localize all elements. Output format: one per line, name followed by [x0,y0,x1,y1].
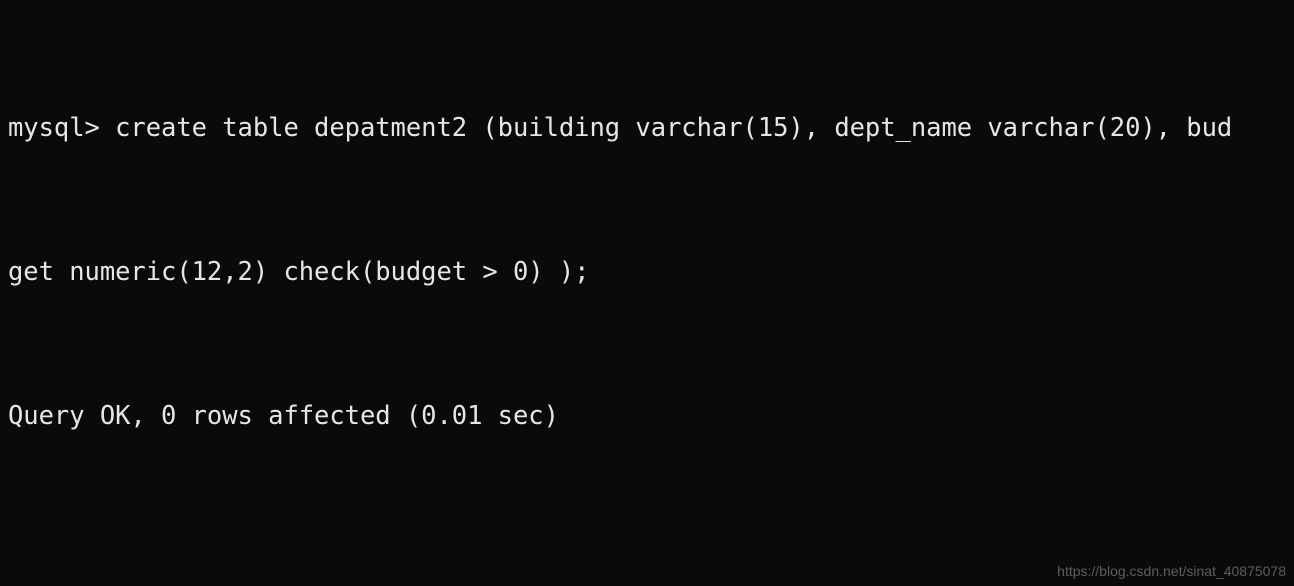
terminal-line: mysql> create table depatment2 (building… [8,113,1233,143]
terminal-output[interactable]: mysql> create table depatment2 (building… [8,2,1232,586]
terminal-line: get numeric(12,2) check(budget > 0) ); [8,257,590,287]
terminal-window[interactable]: mysql> create table depatment2 (building… [0,0,1294,586]
watermark-url: https://blog.csdn.net/sinat_40875078 [1057,563,1286,579]
terminal-line: Query OK, 0 rows affected (0.01 sec) [8,401,559,431]
